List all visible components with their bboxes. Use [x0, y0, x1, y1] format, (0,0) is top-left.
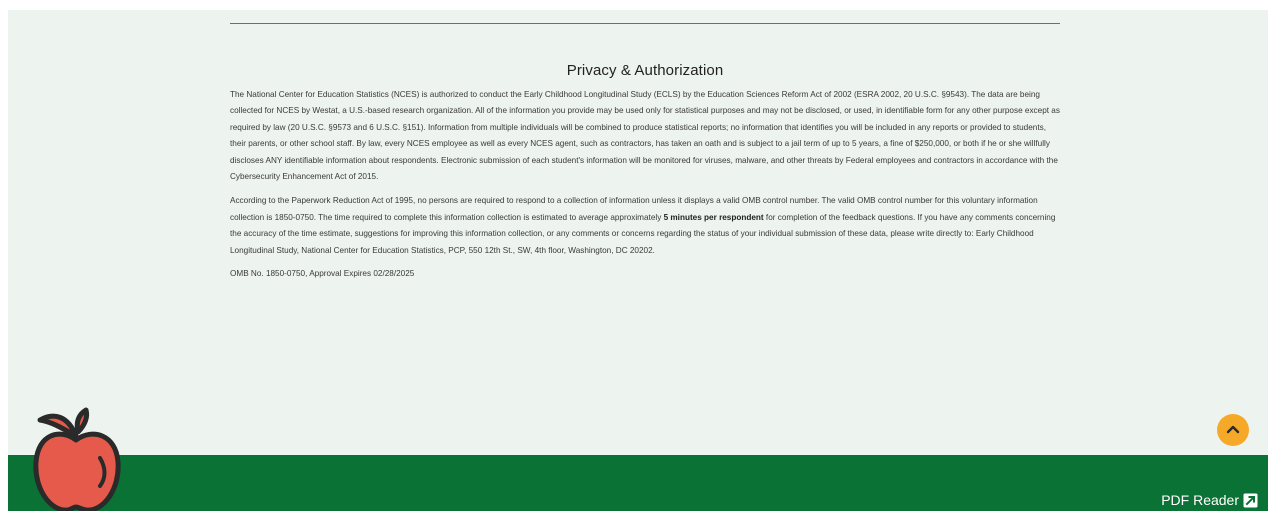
- privacy-paragraph-authorization: The National Center for Education Statis…: [230, 90, 1060, 182]
- respondent-time-estimate: 5 minutes per respondent: [663, 212, 764, 222]
- external-link-icon: [1243, 493, 1258, 508]
- section-divider: [230, 23, 1060, 24]
- privacy-paragraph-paperwork: According to the Paperwork Reduction Act…: [230, 193, 1060, 259]
- privacy-section: Privacy & Authorization The National Cen…: [230, 62, 1060, 281]
- pdf-reader-link[interactable]: PDF Reader: [1161, 492, 1258, 508]
- footer-bar: PDF Reader: [8, 455, 1268, 511]
- chevron-up-icon: [1226, 421, 1240, 439]
- scroll-to-top-button[interactable]: [1217, 414, 1249, 446]
- privacy-title: Privacy & Authorization: [566, 62, 724, 79]
- pdf-reader-label: PDF Reader: [1161, 492, 1239, 508]
- page-container: Privacy & Authorization The National Cen…: [8, 10, 1268, 511]
- omb-approval-text: OMB No. 1850-0750, Approval Expires 02/2…: [230, 269, 415, 279]
- apple-icon: [30, 406, 122, 511]
